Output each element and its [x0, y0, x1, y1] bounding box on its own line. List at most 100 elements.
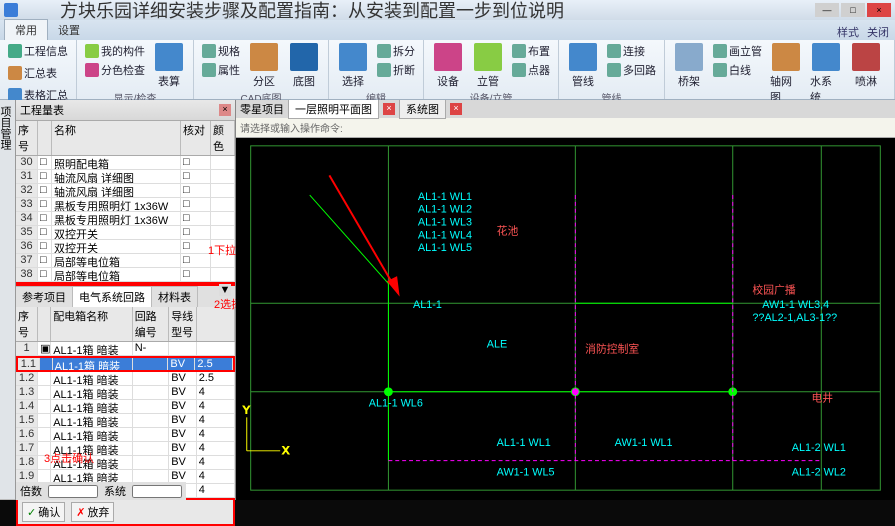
rb-device[interactable]: 设备	[430, 42, 466, 90]
svg-text:AL1-1 WL5: AL1-1 WL5	[418, 242, 472, 254]
rb-proj-info[interactable]: 工程信息	[6, 42, 70, 60]
ribbon: 工程信息 汇总表 表格汇总 工程 我的构件 分色检查 表算 显示/检查 规格 属…	[0, 40, 895, 100]
svg-text:花池: 花池	[497, 224, 519, 237]
rb-split[interactable]: 拆分	[375, 42, 417, 60]
tab-settings[interactable]: 设置	[48, 20, 90, 40]
subtab-ref[interactable]: 参考项目	[16, 286, 73, 307]
rb-calc[interactable]: 表算	[151, 42, 187, 90]
rb-draw-riser[interactable]: 画立管	[711, 42, 764, 60]
rb-zone[interactable]: 分区	[246, 42, 282, 90]
bottom-bar: 倍数 系统	[16, 482, 186, 500]
rb-point5[interactable]: 点器	[510, 61, 552, 79]
ok-button[interactable]: ✓确认	[22, 502, 65, 522]
sub-row[interactable]: 1.6AL1-1箱 暗装 WL6BV4	[16, 428, 235, 442]
titlebar: 方块乐园详细安装步骤及配置指南：从安装到配置一步到位说明 — □ ×	[0, 0, 895, 20]
svg-text:AL1-1 WL3: AL1-1 WL3	[418, 217, 472, 229]
svg-text:X: X	[282, 445, 289, 457]
grid-row[interactable]: 37□局部等电位箱□	[16, 254, 235, 268]
svg-text:AW1-1 WL3,4: AW1-1 WL3,4	[762, 299, 829, 311]
grid-row[interactable]: 32□轴流风扇 详细图□	[16, 184, 235, 198]
sub-row[interactable]: 1.7AL1-1箱 暗装 WL7BV4	[16, 442, 235, 456]
subtab-elec[interactable]: 电气系统回路	[73, 286, 152, 307]
rb-basemap[interactable]: 底图	[286, 42, 322, 90]
rb-sprinkler[interactable]: 喷淋	[848, 42, 884, 90]
sub-row[interactable]: 1.3AL1-1箱 暗装 WL3BV4	[16, 386, 235, 400]
panel-header: 工程量表 ×	[16, 100, 235, 121]
tab-common[interactable]: 常用	[4, 19, 48, 40]
scale-input[interactable]	[48, 485, 98, 498]
sub-row-first[interactable]: 1▣ AL1-1箱 暗装N-	[16, 342, 235, 356]
app-logo	[4, 3, 18, 17]
grid-row[interactable]: 31□轴流风扇 详细图□	[16, 170, 235, 184]
svg-text:Y: Y	[243, 404, 250, 416]
svg-text:AL1-1 WL2: AL1-1 WL2	[418, 204, 472, 216]
panel-close-icon[interactable]: ×	[219, 104, 231, 116]
sub-grid-body[interactable]: 1.2AL1-1箱 暗装 WL2BV2.51.3AL1-1箱 暗装 WL3BV4…	[16, 372, 235, 498]
sub-tabs: 参考项目 电气系统回路 材料表	[16, 286, 235, 307]
rb-layout5[interactable]: 布置	[510, 42, 552, 60]
rb-spec[interactable]: 规格	[200, 42, 242, 60]
rb-break[interactable]: 折断	[375, 61, 417, 79]
rb-select[interactable]: 选择	[335, 42, 371, 90]
close-button[interactable]: ×	[867, 3, 891, 17]
command-hint[interactable]: 请选择或输入操作命令:	[236, 118, 895, 138]
rb-my-comp[interactable]: 我的构件	[83, 42, 147, 60]
system-input[interactable]	[132, 485, 182, 498]
side-strip: 项目管理 图纸管理 计算 预算 定额	[0, 100, 16, 500]
tab-close-icon-2[interactable]: ×	[450, 103, 462, 115]
svg-text:AL1-1 WL6: AL1-1 WL6	[369, 398, 423, 410]
rb-attr[interactable]: 属性	[200, 61, 242, 79]
rb-riser[interactable]: 立管	[470, 42, 506, 90]
svg-text:AL1-2 WL2: AL1-2 WL2	[792, 466, 846, 478]
minimize-button[interactable]: —	[815, 3, 839, 17]
rb-pipe[interactable]: 管线	[565, 42, 601, 90]
cancel-button[interactable]: ✗放弃	[71, 502, 114, 522]
grid-row[interactable]: 30□照明配电箱□	[16, 156, 235, 170]
rb-multiloop[interactable]: 多回路	[605, 61, 658, 79]
grid-row[interactable]: 38□局部等电位箱□	[16, 268, 235, 282]
canvas-tab-floor[interactable]: 一层照明平面图	[288, 100, 379, 119]
svg-text:AL1-1 WL1: AL1-1 WL1	[418, 191, 472, 203]
svg-text:ALE: ALE	[487, 339, 507, 351]
strip-proj[interactable]: 项目管理	[0, 100, 15, 500]
rb-summary[interactable]: 汇总表	[6, 64, 59, 82]
grid-row[interactable]: 34□黑板专用照明灯 1x36W□	[16, 212, 235, 226]
rb-water[interactable]: 水系统	[808, 42, 844, 106]
grid-row[interactable]: 35□双控开关□	[16, 226, 235, 240]
grid-header: 序号 名称 核对 颜色	[16, 121, 235, 156]
tab-close-icon[interactable]: ×	[383, 103, 395, 115]
grid-body[interactable]: 30□照明配电箱□31□轴流风扇 详细图□32□轴流风扇 详细图□33□黑板专用…	[16, 156, 235, 282]
sub-row[interactable]: 1.8AL1-1箱 暗装 WL8BV4	[16, 456, 235, 470]
rb-axis[interactable]: 轴网图	[768, 42, 804, 106]
svg-text:校园广播: 校园广播	[752, 282, 795, 296]
svg-text:消防控制室: 消防控制室	[585, 341, 639, 355]
rb-tray[interactable]: 桥架	[671, 42, 707, 90]
svg-text:AL1-1 WL4: AL1-1 WL4	[418, 229, 472, 241]
grid-row[interactable]: 36□双控开关□	[16, 240, 235, 254]
cad-canvas[interactable]: 零星项目 一层照明平面图 × 系统图 × 请选择或输入操作命令:	[236, 100, 895, 500]
svg-text:AW1-1 WL1: AW1-1 WL1	[615, 437, 673, 449]
dropdown-select[interactable]	[16, 282, 235, 286]
svg-text:AL1-1 WL1: AL1-1 WL1	[497, 437, 551, 449]
rb-connect[interactable]: 连接	[605, 42, 658, 60]
sub-row[interactable]: 1.4AL1-1箱 暗装 WL4BV4	[16, 400, 235, 414]
svg-text:??AL2-1,AL3-1??: ??AL2-1,AL3-1??	[752, 312, 837, 324]
svg-text:AL1-2 WL1: AL1-2 WL1	[792, 442, 846, 454]
grid-row[interactable]: 33□黑板专用照明灯 1x36W□	[16, 198, 235, 212]
rb-color-check[interactable]: 分色检查	[83, 61, 147, 79]
ribbon-close[interactable]: 关闭	[867, 24, 889, 40]
svg-text:电井: 电井	[811, 391, 833, 405]
canvas-tab-sys[interactable]: 系统图	[399, 100, 446, 119]
rb-whiteline[interactable]: 白线	[711, 61, 764, 79]
sub-row-highlight[interactable]: 1.1 AL1-1箱 暗装 WL1BV2.5	[16, 356, 235, 372]
sub-row[interactable]: 1.2AL1-1箱 暗装 WL2BV2.5	[16, 372, 235, 386]
subtab-mat[interactable]: 材料表	[152, 286, 198, 307]
confirm-bar: ✓确认 ✗放弃	[16, 498, 235, 526]
ribbon-style[interactable]: 样式	[837, 24, 859, 40]
maximize-button[interactable]: □	[841, 3, 865, 17]
sub-row[interactable]: 1.5AL1-1箱 暗装 WL5BV4	[16, 414, 235, 428]
ribbon-tabs: 常用 设置 样式 关闭	[0, 20, 895, 40]
canvas-tabs: 零星项目 一层照明平面图 × 系统图 ×	[236, 100, 895, 118]
svg-text:AL1-1: AL1-1	[413, 299, 442, 311]
sub-grid-header: 序号 配电箱名称 回路编号 导线型号	[16, 307, 235, 342]
